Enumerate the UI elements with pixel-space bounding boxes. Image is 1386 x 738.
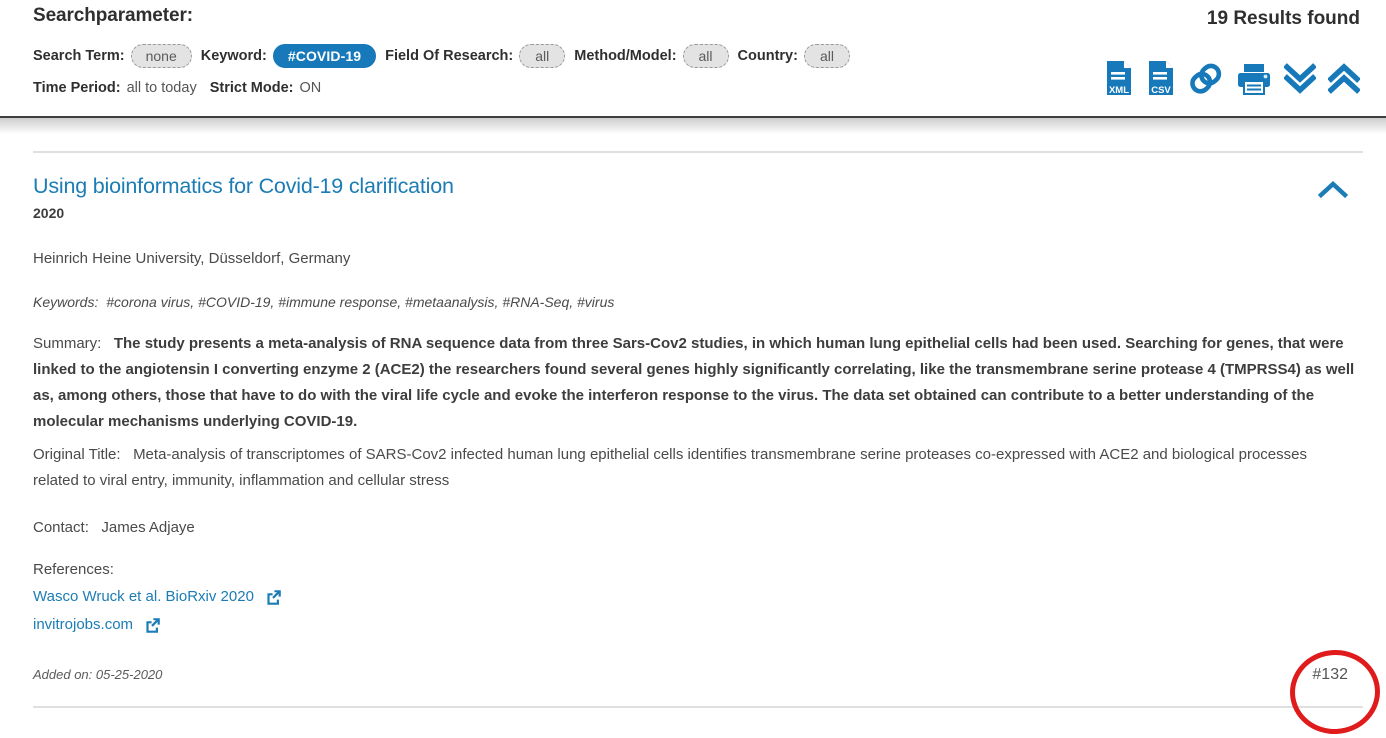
- country-chip[interactable]: all: [803, 44, 850, 68]
- result-affiliation: Heinrich Heine University, Düsseldorf, G…: [33, 250, 351, 267]
- time-period-value: all to today: [126, 80, 197, 96]
- result-divider-bottom: [33, 706, 1363, 708]
- summary-text: The study presents a meta-analysis of RN…: [33, 335, 1355, 430]
- printer-icon: [1238, 64, 1270, 95]
- time-period-label: Time Period:: [33, 80, 121, 96]
- keywords-label: Keywords:: [33, 294, 99, 310]
- strict-mode-value: ON: [299, 80, 322, 96]
- references-label: References:: [33, 561, 114, 578]
- original-title-text: Meta-analysis of transcriptomes of SARS-…: [33, 446, 1307, 489]
- svg-text:CSV: CSV: [1151, 85, 1171, 96]
- result-original-title: Original Title: Meta-analysis of transcr…: [33, 442, 1323, 494]
- contact-label: Contact:: [33, 519, 89, 536]
- export-csv-button[interactable]: CSV: [1146, 60, 1176, 96]
- keywords-value: #corona virus, #COVID-19, #immune respon…: [106, 294, 615, 310]
- double-chevron-down-icon: [1284, 63, 1316, 94]
- external-link-icon: [266, 589, 282, 605]
- country-label: Country:: [737, 48, 798, 64]
- search-parameter-header: Searchparameter: Search Term: none Keywo…: [0, 0, 1386, 134]
- results-toolbar: XML CSV: [1104, 60, 1360, 96]
- method-model-chip[interactable]: all: [682, 44, 729, 68]
- svg-text:XML: XML: [1109, 85, 1129, 96]
- field-of-research-label: Field Of Research:: [385, 48, 514, 64]
- annotation-ellipse-entry-id: [1287, 646, 1383, 738]
- double-chevron-up-icon: [1328, 63, 1360, 94]
- result-collapse-toggle[interactable]: [1317, 180, 1349, 205]
- search-term-label: Search Term:: [33, 48, 125, 64]
- copy-link-button[interactable]: [1188, 62, 1224, 96]
- search-term-chip[interactable]: none: [130, 44, 192, 68]
- contact-value: James Adjaye: [101, 519, 195, 536]
- reference-link-1-label: invitrojobs.com: [33, 616, 134, 633]
- collapse-all-button[interactable]: [1328, 62, 1360, 96]
- reference-link-0-label: Wasco Wruck et al. BioRxiv 2020: [33, 588, 254, 605]
- method-model-label: Method/Model:: [574, 48, 677, 64]
- search-parameter-title: Searchparameter:: [33, 5, 193, 26]
- search-parameter-row-2: Time Period: all to today Strict Mode: O…: [33, 80, 325, 96]
- external-link-icon: [145, 617, 161, 633]
- keyword-label: Keyword:: [200, 48, 267, 64]
- reference-link-0[interactable]: Wasco Wruck et al. BioRxiv 2020: [33, 588, 282, 605]
- result-year: 2020: [33, 205, 65, 221]
- reference-link-1[interactable]: invitrojobs.com: [33, 616, 161, 633]
- result-title-link[interactable]: Using bioinformatics for Covid-19 clarif…: [33, 174, 454, 199]
- link-chain-icon: [1190, 63, 1222, 94]
- result-summary: Summary: The study presents a meta-analy…: [33, 331, 1366, 435]
- chevron-up-icon: [1317, 180, 1349, 199]
- expand-all-button[interactable]: [1284, 62, 1316, 96]
- print-button[interactable]: [1236, 62, 1272, 96]
- original-title-label: Original Title:: [33, 446, 121, 463]
- summary-label: Summary:: [33, 335, 102, 352]
- csv-file-icon: CSV: [1149, 61, 1173, 96]
- strict-mode-label: Strict Mode:: [209, 80, 294, 96]
- search-parameter-row-1: Search Term: none Keyword: #COVID-19 Fie…: [33, 44, 850, 68]
- result-contact: Contact: James Adjaye: [33, 519, 195, 536]
- export-xml-button[interactable]: XML: [1104, 60, 1134, 96]
- result-keywords: Keywords: #corona virus, #COVID-19, #imm…: [33, 294, 614, 310]
- xml-file-icon: XML: [1107, 61, 1131, 96]
- result-entry-id: #132: [1312, 666, 1348, 683]
- results-found-count: 19 Results found: [1206, 8, 1360, 29]
- result-divider-top: [33, 151, 1363, 153]
- result-added-on: Added on: 05-25-2020: [33, 667, 163, 682]
- keyword-chip[interactable]: #COVID-19: [272, 44, 377, 68]
- field-of-research-chip[interactable]: all: [519, 44, 566, 68]
